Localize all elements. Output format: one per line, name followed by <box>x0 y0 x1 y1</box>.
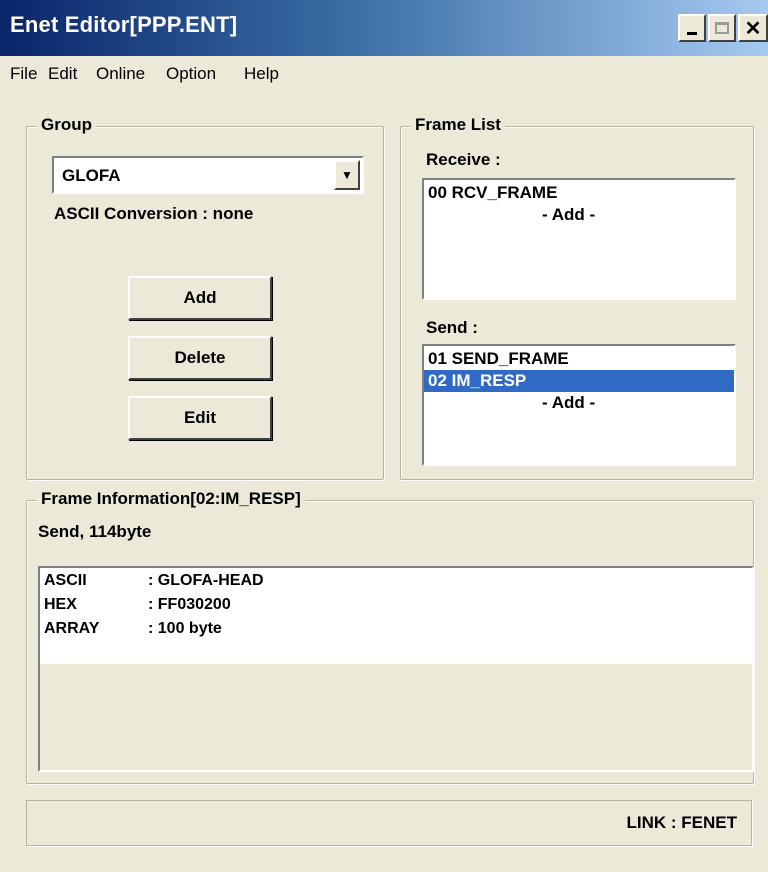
enet-editor-window: Enet Editor[PPP.ENT] ✕ File Edit Online … <box>0 0 768 872</box>
receive-add-item[interactable]: - Add - <box>424 204 734 226</box>
menu-edit[interactable]: Edit <box>48 64 77 84</box>
window-title: Enet Editor[PPP.ENT] <box>10 12 238 37</box>
minimize-button[interactable] <box>678 14 706 42</box>
menu-help[interactable]: Help <box>244 64 279 84</box>
status-bar: LINK : FENET <box>26 800 752 846</box>
frame-info-title: Frame Information[02:IM_RESP] <box>37 489 305 509</box>
add-button[interactable]: Add <box>128 276 272 320</box>
group-box-title: Group <box>37 115 96 135</box>
receive-list[interactable]: 00 RCV_FRAME - Add - <box>422 178 736 300</box>
list-item[interactable]: 01 SEND_FRAME <box>424 348 734 370</box>
close-icon: ✕ <box>744 17 762 40</box>
list-item-selected[interactable]: 02 IM_RESP <box>424 370 734 392</box>
dropdown-button[interactable]: ▼ <box>334 160 360 190</box>
frame-list-title: Frame List <box>411 115 505 135</box>
maximize-icon <box>715 22 729 34</box>
title-bar[interactable]: Enet Editor[PPP.ENT] ✕ <box>0 0 768 56</box>
close-button[interactable]: ✕ <box>738 14 768 42</box>
detail-line-array: ARRAY: 100 byte <box>44 620 222 637</box>
minimize-icon <box>687 31 697 35</box>
send-add-item[interactable]: - Add - <box>424 392 734 414</box>
delete-button[interactable]: Delete <box>128 336 272 380</box>
chevron-down-icon: ▼ <box>341 168 353 182</box>
edit-button[interactable]: Edit <box>128 396 272 440</box>
list-item[interactable]: 00 RCV_FRAME <box>424 182 734 204</box>
frame-summary: Send, 114byte <box>38 522 152 541</box>
detail-line-hex: HEX: FF030200 <box>44 596 231 613</box>
group-select[interactable]: GLOFA ▼ <box>52 156 364 194</box>
menu-file[interactable]: File <box>10 64 37 84</box>
menu-online[interactable]: Online <box>96 64 145 84</box>
frame-detail-content: ASCII: GLOFA-HEAD HEX: FF030200 ARRAY: 1… <box>40 568 752 664</box>
menu-bar: File Edit Online Option Help <box>0 56 768 96</box>
group-select-value: GLOFA <box>62 166 121 185</box>
send-list[interactable]: 01 SEND_FRAME 02 IM_RESP - Add - <box>422 344 736 466</box>
receive-label: Receive : <box>426 150 501 169</box>
detail-line-ascii: ASCII: GLOFA-HEAD <box>44 572 264 589</box>
frame-detail-view[interactable]: ASCII: GLOFA-HEAD HEX: FF030200 ARRAY: 1… <box>38 566 754 772</box>
ascii-conversion-label: ASCII Conversion : none <box>54 204 254 223</box>
send-label: Send : <box>426 318 478 337</box>
maximize-button[interactable] <box>708 14 736 42</box>
link-status: LINK : FENET <box>626 813 738 832</box>
menu-option[interactable]: Option <box>166 64 216 84</box>
